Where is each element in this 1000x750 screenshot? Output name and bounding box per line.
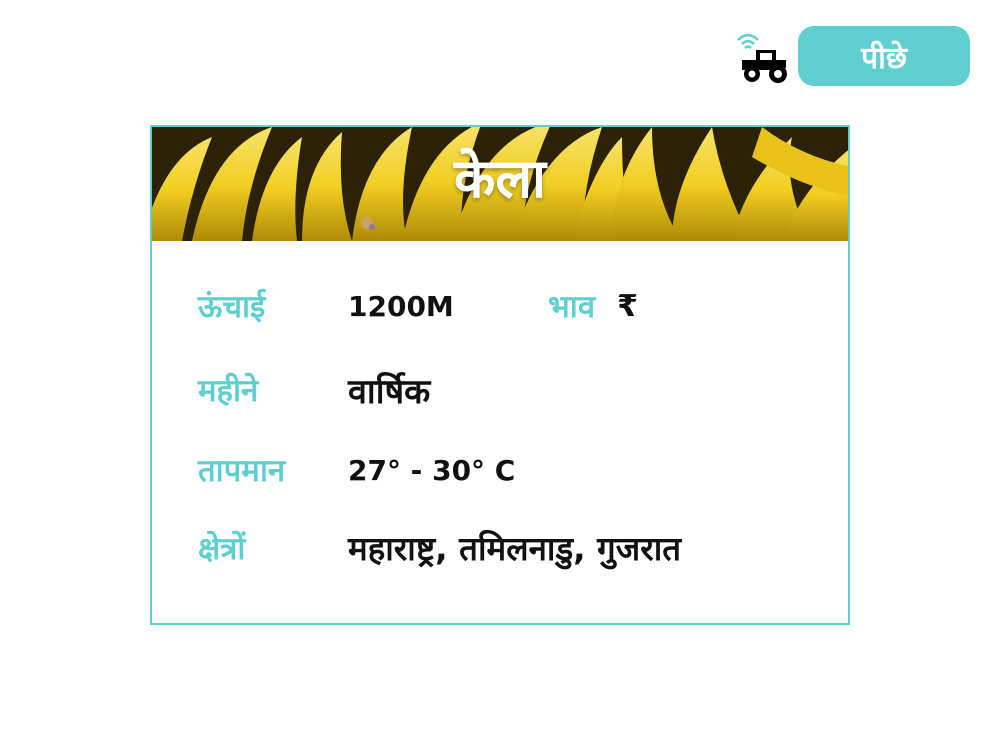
months-label: महीने [198, 373, 259, 409]
months-row: महीने वार्षिक [198, 367, 430, 413]
height-row: ऊंचाई 1200M [198, 285, 548, 327]
price-label: भाव [548, 289, 596, 325]
price-value: ₹ [617, 288, 638, 324]
height-value: 1200M [348, 289, 454, 323]
price-row: भाव ₹ [548, 285, 638, 327]
top-bar: पीछे [732, 26, 970, 86]
height-label: ऊंचाई [198, 289, 266, 325]
months-value: वार्षिक [348, 372, 431, 412]
regions-row: क्षेत्रों महाराष्ट्र, तमिलनाडु, गुजरात [198, 525, 681, 570]
regions-label: क्षेत्रों [198, 530, 246, 567]
crop-info-card: केला ऊंचाई 1200M भाव ₹ महीने वार्षिक ताप… [150, 125, 850, 625]
temperature-value: 27° - 30° C [348, 453, 516, 487]
tractor-wifi-icon [737, 33, 787, 83]
back-button[interactable]: पीछे [798, 26, 970, 86]
crop-title: केला [453, 147, 547, 210]
regions-value: महाराष्ट्र, तमिलनाडु, गुजरात [348, 529, 682, 568]
temperature-row: तापमान 27° - 30° C [198, 449, 515, 491]
bananas-photo: केला [152, 127, 848, 241]
temperature-label: तापमान [198, 453, 286, 489]
